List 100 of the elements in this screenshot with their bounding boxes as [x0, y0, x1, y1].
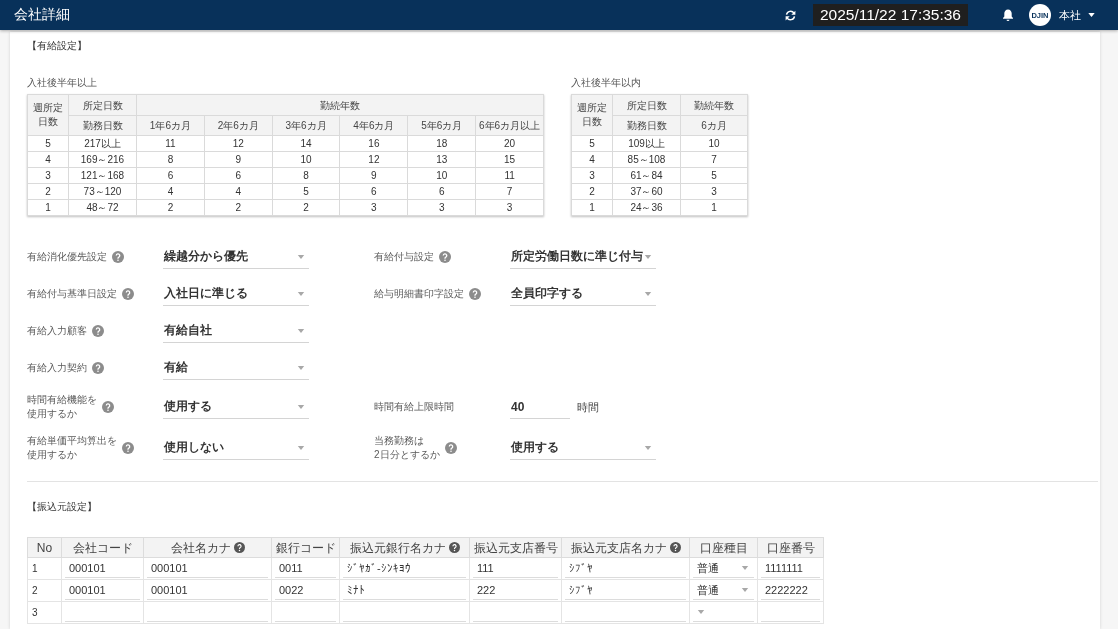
- table-cell: 73～120: [68, 183, 137, 200]
- dropdown[interactable]: 有給: [163, 356, 309, 380]
- help-icon[interactable]: [444, 442, 457, 454]
- table-cell: 6: [204, 167, 273, 184]
- refresh-icon[interactable]: [783, 8, 797, 22]
- table-cell: 10: [272, 151, 340, 168]
- dropdown[interactable]: 所定労働日数に準じ付与: [510, 245, 656, 269]
- field-label: 有給付与設定: [374, 250, 434, 264]
- table-cell: 10: [407, 167, 476, 184]
- table-cell: 15: [475, 151, 544, 168]
- dropdown[interactable]: 入社日に準じる: [163, 282, 309, 306]
- field-label: 使用するか: [27, 448, 77, 462]
- table-cell: 48～72: [68, 199, 137, 216]
- row-number: 2: [27, 579, 62, 602]
- help-icon[interactable]: [439, 251, 451, 263]
- field-label: 有給単価平均算出を: [27, 434, 117, 448]
- column-header: 週所定日数: [27, 94, 69, 136]
- help-icon[interactable]: [122, 288, 134, 300]
- table-cell: 14: [272, 135, 340, 152]
- caret-icon: [697, 610, 705, 614]
- table-cell: 2: [136, 199, 205, 216]
- table-cell: 12: [204, 135, 273, 152]
- column-label: 振込元支店番号: [473, 540, 558, 555]
- table-cell: 10: [680, 135, 748, 152]
- table-cell: 4: [136, 183, 205, 200]
- table-cell: 37～60: [612, 183, 681, 200]
- number-input[interactable]: 40: [510, 395, 570, 419]
- caret-icon: [644, 254, 652, 259]
- caret-icon: [297, 254, 305, 259]
- row-number: 3: [27, 601, 62, 624]
- table-cell: 3: [680, 183, 748, 200]
- table-cell: 3: [27, 167, 69, 184]
- field-label: 有給入力顧客: [27, 324, 87, 338]
- bell-icon[interactable]: [1002, 8, 1014, 22]
- table-cell: 2: [272, 199, 340, 216]
- column-label: 口座番号: [766, 540, 815, 555]
- help-icon[interactable]: [92, 325, 104, 337]
- column-header: 勤続年数: [680, 94, 748, 116]
- caret-icon: [1088, 13, 1095, 17]
- column-label: No: [36, 540, 53, 555]
- table-cell: 11: [136, 135, 205, 152]
- caret-icon: [741, 588, 749, 592]
- help-icon[interactable]: [233, 542, 245, 553]
- dropdown[interactable]: 繰越分から優先: [163, 245, 309, 269]
- table-cell: 12: [340, 151, 408, 168]
- dropdown[interactable]: 使用する: [510, 436, 656, 460]
- table-cell: 2: [204, 199, 273, 216]
- table-cell: 7: [680, 151, 748, 168]
- table-cell: 5: [272, 183, 340, 200]
- dropdown[interactable]: 全員印字する: [510, 282, 656, 306]
- table-cell: 5: [571, 135, 613, 152]
- help-icon[interactable]: [102, 401, 114, 413]
- table-cell: 1: [571, 199, 613, 216]
- table-cell: 5: [680, 167, 748, 184]
- field-label: 有給付与基準日設定: [27, 287, 117, 301]
- dropdown[interactable]: 使用しない: [163, 436, 309, 460]
- column-header: 所定日数: [68, 94, 137, 116]
- table-cell: 3: [340, 199, 408, 216]
- caret-icon: [741, 566, 749, 570]
- help-icon[interactable]: [112, 251, 124, 263]
- help-icon[interactable]: [669, 542, 681, 553]
- table-cell: 11: [475, 167, 544, 184]
- caret-icon: [644, 291, 652, 296]
- help-icon[interactable]: [469, 288, 481, 300]
- table-cell: 3: [407, 199, 476, 216]
- office-menu[interactable]: 本社: [1059, 7, 1095, 23]
- table-cell: 2: [571, 183, 613, 200]
- dropdown[interactable]: 使用する: [163, 395, 309, 419]
- column-label: 振込元銀行名カナ: [349, 540, 446, 555]
- caret-icon: [297, 328, 305, 333]
- table-caption: 入社後半年以内: [571, 76, 641, 90]
- column-label: 会社コード: [72, 540, 133, 555]
- table-cell: 7: [475, 183, 544, 200]
- help-icon[interactable]: [122, 442, 134, 454]
- column-label: 口座種目: [699, 540, 748, 555]
- table-cell: 9: [204, 151, 273, 168]
- unit-label: 時間: [577, 399, 599, 415]
- table-cell: 6: [407, 183, 476, 200]
- row-number: 1: [27, 557, 62, 580]
- dropdown[interactable]: 有給自社: [163, 319, 309, 343]
- table-cell: 85～108: [612, 151, 681, 168]
- table-cell: 121～168: [68, 167, 137, 184]
- table-cell: 20: [475, 135, 544, 152]
- help-icon[interactable]: [92, 362, 104, 374]
- column-header: 勤続年数: [136, 94, 544, 116]
- field-label: 有給消化優先設定: [27, 250, 107, 264]
- datetime-display: 2025/11/22 17:35:36: [812, 4, 968, 26]
- help-icon[interactable]: [448, 542, 460, 553]
- column-label: 銀行コード: [275, 540, 336, 555]
- table-cell: 4: [571, 151, 613, 168]
- field-label: 時間有給機能を: [27, 393, 97, 407]
- table-cell: 9: [340, 167, 408, 184]
- table-cell: 61～84: [612, 167, 681, 184]
- section-heading: 【振込元設定】: [27, 500, 97, 514]
- column-label: 振込元支店名カナ: [570, 540, 667, 555]
- column-header: 週所定日数: [571, 94, 613, 136]
- table-cell: 8: [272, 167, 340, 184]
- field-label: 時間有給上限時間: [374, 400, 454, 414]
- table-cell: 1: [27, 199, 69, 216]
- table-cell: 6: [340, 183, 408, 200]
